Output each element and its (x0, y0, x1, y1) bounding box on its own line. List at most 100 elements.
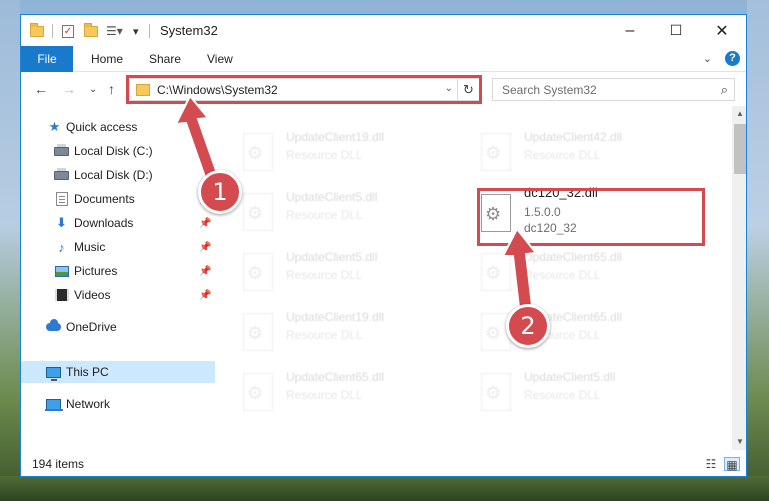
toolbar-dropdown-icon[interactable]: ▾ (133, 25, 139, 38)
tab-home[interactable]: Home (91, 46, 123, 72)
back-arrow-icon[interactable]: ← (34, 81, 48, 97)
expand-ribbon-icon[interactable]: ⌄ (703, 52, 712, 65)
recent-locations-icon[interactable]: ⌄ (89, 84, 97, 95)
sidebar-item-label: Network (66, 397, 111, 411)
properties-icon[interactable]: ✓ (62, 24, 74, 38)
sidebar-item-network[interactable]: Network (21, 393, 215, 415)
ribbon: File Home Share View ⌄ ? (21, 46, 746, 72)
file-item[interactable]: UpdateClient65.dll Resource DLL (215, 368, 435, 418)
desktop-background-right (747, 0, 769, 501)
dll-file-icon (243, 373, 273, 411)
navigation-bar: ← → ⌄ ↑ C:\Windows\System32 ⌄ ↻ Search S… (21, 72, 746, 106)
sidebar-item-label: Local Disk (C:) (74, 144, 153, 158)
this-pc-icon (46, 366, 61, 381)
star-icon: ★ (48, 119, 61, 134)
dll-file-icon (243, 313, 273, 351)
up-arrow-icon[interactable]: ↑ (108, 81, 115, 97)
sidebar-item-this-pc[interactable]: This PC (21, 361, 215, 383)
file-description: Resource DLL (524, 388, 601, 402)
scroll-up-arrow-icon[interactable]: ▲ (732, 106, 746, 122)
search-icon[interactable]: ⌕ (721, 82, 728, 98)
dll-file-icon (481, 373, 511, 411)
tiles-view-icon[interactable]: ▦ (724, 457, 740, 472)
close-button[interactable]: ✕ (699, 15, 745, 46)
search-input[interactable]: Search System32 (502, 83, 597, 97)
file-name: UpdateClient5.dll (286, 250, 378, 264)
file-item[interactable]: UpdateClient65.dll Resource DLL (453, 308, 673, 358)
file-name: UpdateClient19.dll (286, 130, 385, 144)
sidebar-item-documents[interactable]: Documents 📌 (21, 188, 215, 210)
forward-arrow-icon[interactable]: → (62, 81, 76, 97)
tab-view[interactable]: View (207, 46, 233, 72)
step-badge-2: 2 (506, 304, 550, 348)
videos-icon (54, 289, 69, 301)
sidebar-item-quick-access[interactable]: ★ Quick access (21, 116, 215, 138)
file-item[interactable]: UpdateClient19.dll Resource DLL (215, 128, 435, 178)
pictures-icon (54, 265, 69, 277)
dll-file-icon (481, 133, 511, 171)
network-icon (45, 398, 63, 411)
file-item[interactable]: UpdateClient65.dll Resource DLL (453, 248, 673, 298)
file-item[interactable]: UpdateClient19.dll Resource DLL (215, 308, 435, 358)
sidebar-item-pictures[interactable]: Pictures 📌 (21, 260, 215, 282)
file-item[interactable]: UpdateClient5.dll Resource DLL (215, 188, 435, 238)
help-icon[interactable]: ? (725, 51, 740, 66)
details-view-icon[interactable]: ☷ (703, 457, 719, 471)
tab-share[interactable]: Share (149, 46, 181, 72)
file-name: UpdateClient5.dll (524, 370, 616, 384)
desktop-background-left (0, 0, 20, 501)
sidebar-item-videos[interactable]: Videos 📌 (21, 284, 215, 306)
sidebar-item-label: Music (74, 240, 106, 254)
file-description: Resource DLL (524, 268, 601, 282)
scrollbar-thumb[interactable] (734, 124, 746, 174)
file-description: Resource DLL (524, 148, 601, 162)
new-folder-icon[interactable] (84, 22, 98, 37)
customize-toolbar-icon[interactable]: ☰▾ (106, 24, 123, 38)
sidebar-item-label: OneDrive (66, 320, 117, 334)
disk-icon (54, 167, 69, 180)
sidebar-item-local-disk-c[interactable]: Local Disk (C:) (21, 140, 215, 162)
sidebar-item-label: Documents (74, 192, 135, 206)
status-bar: 194 items ☷ ▦ (21, 450, 746, 476)
sidebar-item-local-disk-d[interactable]: Local Disk (D:) (21, 164, 215, 186)
documents-icon (55, 192, 68, 206)
pin-icon[interactable]: 📌 (199, 266, 211, 277)
pin-icon[interactable]: 📌 (199, 242, 211, 253)
scroll-down-arrow-icon[interactable]: ▼ (732, 434, 746, 450)
dll-file-icon (243, 193, 273, 231)
pin-icon[interactable]: 📌 (199, 218, 211, 229)
item-count: 194 items (32, 457, 85, 471)
sidebar-item-downloads[interactable]: ⬇ Downloads 📌 (21, 212, 215, 234)
sidebar-item-music[interactable]: ♪ Music 📌 (21, 236, 215, 258)
target-file-highlight (477, 188, 705, 246)
pin-icon[interactable]: 📌 (199, 290, 211, 301)
dll-file-icon (481, 253, 511, 291)
vertical-scrollbar[interactable]: ▲ ▼ (732, 106, 746, 450)
toolbar-separator (52, 24, 53, 38)
dll-file-icon (243, 133, 273, 171)
dll-file-icon (243, 253, 273, 291)
file-name: UpdateClient65.dll (286, 370, 385, 384)
sidebar-item-onedrive[interactable]: OneDrive (21, 316, 215, 338)
file-name: UpdateClient19.dll (286, 310, 385, 324)
file-name: UpdateClient5.dll (286, 190, 378, 204)
file-item[interactable]: UpdateClient42.dll Resource DLL (453, 128, 673, 178)
sidebar-item-label: Quick access (66, 120, 138, 134)
toolbar-separator (149, 24, 150, 38)
file-item[interactable]: UpdateClient5.dll Resource DLL (215, 248, 435, 298)
sidebar-item-label: Videos (74, 288, 111, 302)
file-list: UpdateClient19.dll Resource DLL UpdateCl… (215, 106, 732, 450)
file-description: Resource DLL (286, 388, 363, 402)
music-icon: ♪ (58, 239, 65, 255)
sidebar-item-label: Downloads (74, 216, 134, 230)
tab-file[interactable]: File (21, 46, 73, 72)
file-description: Resource DLL (286, 268, 363, 282)
maximize-button[interactable]: ☐ (653, 15, 699, 46)
minimize-button[interactable]: – (607, 15, 653, 46)
file-description: Resource DLL (286, 208, 363, 222)
file-item[interactable]: UpdateClient5.dll Resource DLL (453, 368, 673, 418)
address-bar-highlight (126, 75, 482, 104)
window-title: System32 (160, 23, 218, 38)
onedrive-icon (46, 319, 61, 331)
search-box[interactable]: Search System32 ⌕ (492, 78, 735, 101)
